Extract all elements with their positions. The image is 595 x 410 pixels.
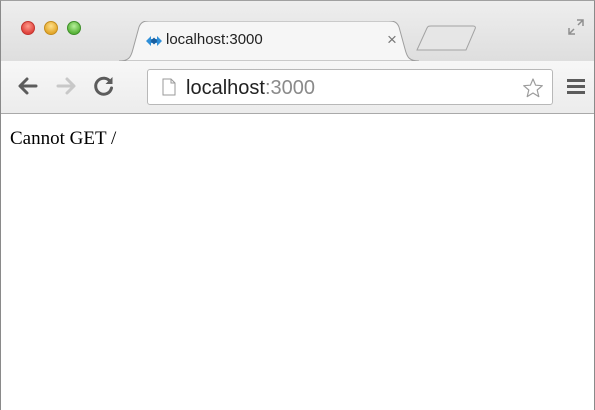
minimize-window-button[interactable] [44,21,58,35]
hamburger-menu-icon[interactable] [566,77,586,95]
star-icon[interactable] [522,77,544,99]
tab-strip: localhost:3000 × [1,1,594,61]
url-text: localhost:3000 [186,76,315,100]
page-icon [162,78,176,96]
maximize-window-button[interactable] [67,21,81,35]
back-arrow-icon[interactable] [15,73,41,99]
url-port: :3000 [264,77,315,99]
tab-title: localhost:3000 [166,31,263,48]
page-content: Cannot GET / [1,114,594,410]
browser-window: localhost:3000 × localhost:3000 Cannot G… [0,0,595,410]
toolbar: localhost:3000 [1,61,594,114]
forward-arrow-icon[interactable] [53,73,79,99]
reload-icon[interactable] [91,73,117,99]
tab-shape [119,21,419,61]
url-host: localhost [186,77,265,99]
address-bar[interactable]: localhost:3000 [147,69,553,105]
new-tab-button[interactable] [415,25,485,51]
tab-localhost[interactable]: localhost:3000 × [119,21,419,61]
diamond-arrow-icon [146,36,162,46]
tab-close-button[interactable]: × [387,30,397,50]
fullscreen-icon[interactable] [567,18,585,36]
error-message: Cannot GET / [10,128,117,149]
close-window-button[interactable] [21,21,35,35]
